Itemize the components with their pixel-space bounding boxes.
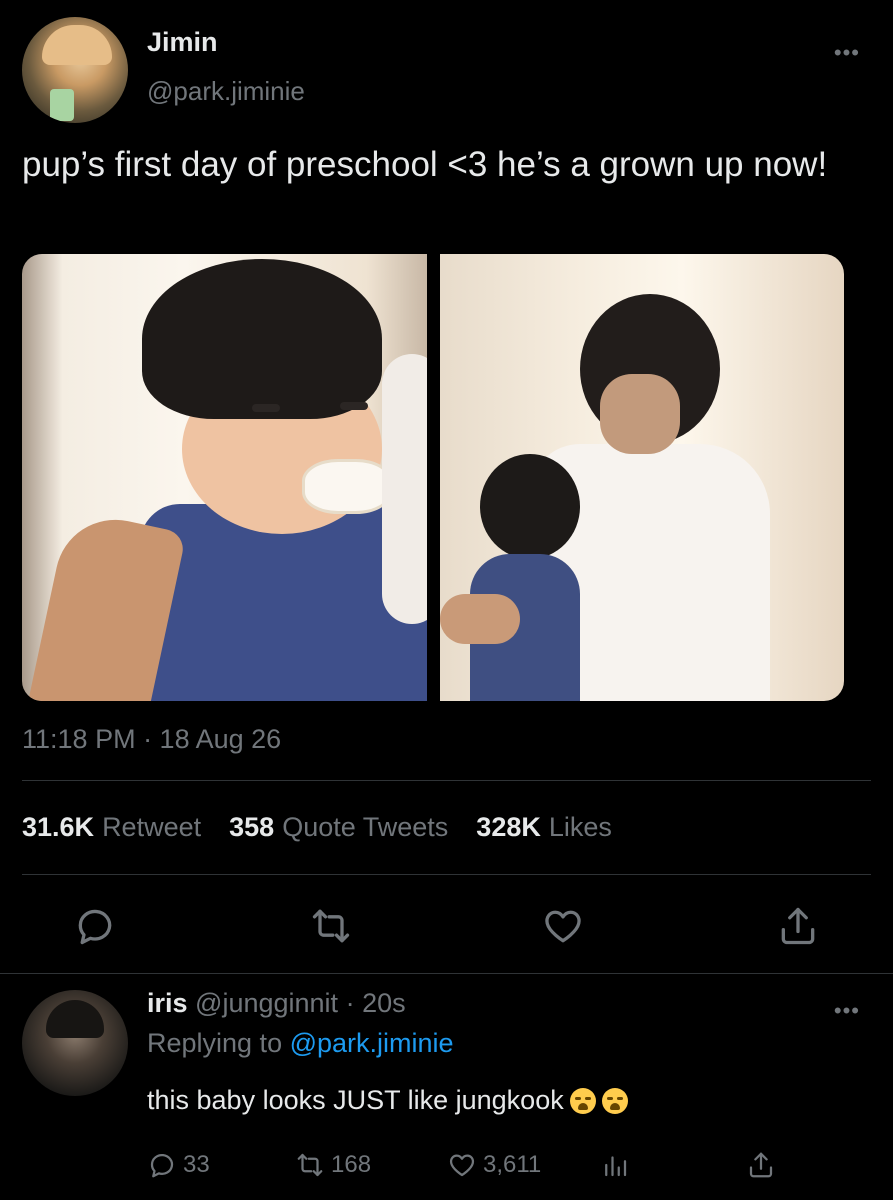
retweets-label: Retweet [102,812,202,842]
replying-prefix: Replying to [147,1028,283,1058]
reply-share-button[interactable] [746,1148,776,1182]
like-button[interactable] [541,904,585,948]
reply-like-button[interactable]: 3,611 [447,1148,541,1182]
loudly-crying-face-icon [569,1087,596,1114]
reply-author-name[interactable]: iris [147,988,188,1018]
author-name[interactable]: Jimin [147,27,218,58]
reply-header: iris @jungginnit · 20s [147,988,406,1019]
media-photo-2[interactable] [440,254,844,701]
reply-retweet-count: 168 [331,1151,372,1178]
like-icon [545,910,581,943]
divider [0,973,893,974]
reply-icon [78,909,112,945]
retweets-stat[interactable]: 31.6K Retweet [22,812,201,843]
reply-button[interactable] [73,904,117,948]
reply-more-options-icon[interactable]: ••• [834,998,860,1024]
engagement-stats: 31.6K Retweet 358 Quote Tweets 328K Likes [22,812,612,843]
avatar-hair [46,1000,104,1038]
reply-like-count: 3,611 [483,1151,542,1178]
loudly-crying-face-icon [601,1087,628,1114]
share-button[interactable] [776,904,820,948]
replying-mention[interactable]: @park.jiminie [290,1028,454,1058]
reply-retweet-button[interactable]: 168 [295,1148,371,1182]
likes-stat[interactable]: 328K Likes [476,812,612,843]
tweet-timestamp[interactable]: 11:18 PM · 18 Aug 26 [22,724,281,755]
quotes-label: Quote Tweets [282,812,449,842]
reply-reply-button[interactable]: 33 [147,1148,210,1182]
media-photo-1[interactable] [22,254,427,701]
retweet-icon [312,909,350,943]
avatar-hair [42,25,112,65]
quotes-count: 358 [229,812,275,842]
author-handle[interactable]: @park.jiminie [147,76,305,107]
reply-author-avatar[interactable] [22,990,128,1096]
tweet-text: pup’s first day of preschool <3 he’s a g… [22,145,828,184]
retweet-icon [297,1153,323,1177]
tweet-media[interactable] [22,254,844,701]
reply-time[interactable]: · 20s [346,988,406,1018]
reply-text: this baby looks JUST like jungkook [147,1085,564,1115]
analytics-icon [605,1156,627,1177]
reply-text-row: this baby looks JUST like jungkook [147,1085,628,1116]
share-icon [749,1152,773,1178]
retweet-button[interactable] [309,904,353,948]
reply-analytics-button[interactable] [600,1148,630,1182]
divider [22,874,871,875]
share-icon [781,907,815,945]
retweets-count: 31.6K [22,812,95,842]
replying-to: Replying to @park.jiminie [147,1028,454,1059]
likes-count: 328K [476,812,541,842]
divider [22,780,871,781]
reply-author-handle[interactable]: @jungginnit [195,988,338,1018]
avatar-phone [50,89,74,121]
author-avatar[interactable] [22,17,128,123]
more-options-icon[interactable]: ••• [834,40,860,66]
like-icon [449,1154,475,1177]
quotes-stat[interactable]: 358 Quote Tweets [229,812,448,843]
reply-icon [150,1153,174,1178]
reply-reply-count: 33 [183,1151,210,1178]
likes-label: Likes [548,812,612,842]
